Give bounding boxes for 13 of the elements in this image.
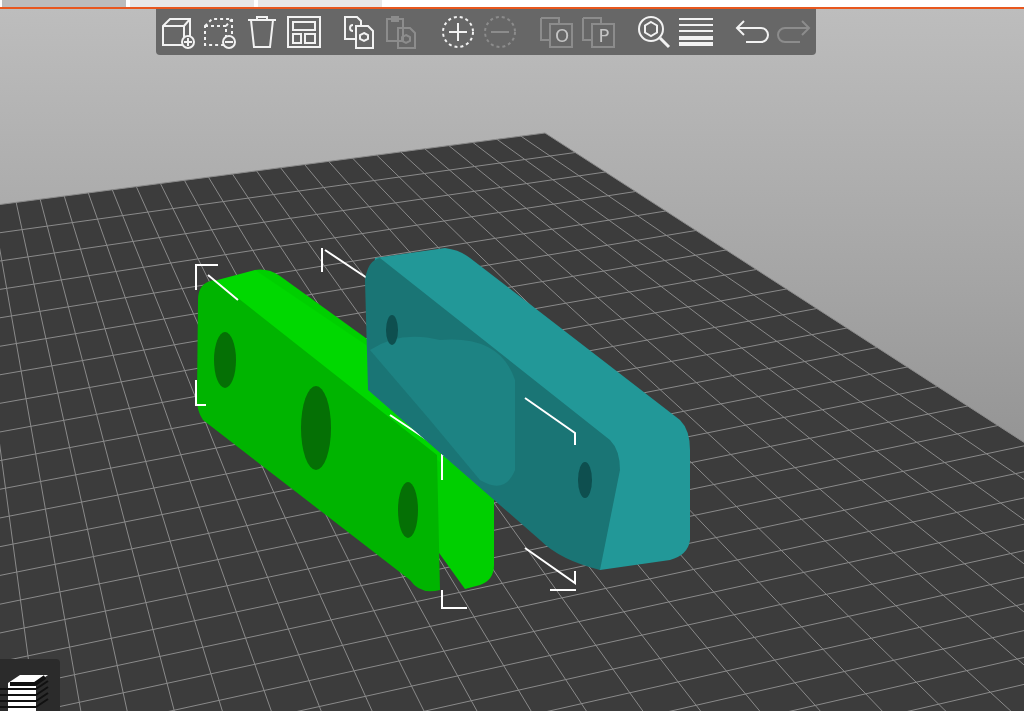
dashed-circle-minus-icon xyxy=(482,14,518,50)
toolbar-button[interactable] xyxy=(636,13,672,51)
stacked-squares-icon xyxy=(539,16,573,48)
toolbar-button[interactable] xyxy=(286,13,322,51)
layout-grid-icon xyxy=(286,14,322,50)
dashed-circle-plus-icon xyxy=(440,14,476,50)
toolbar-button[interactable] xyxy=(440,13,476,51)
layers-view-button[interactable] xyxy=(0,659,60,711)
stacked-squares-icon xyxy=(581,16,615,48)
trash-icon xyxy=(245,14,279,50)
search-icon xyxy=(636,14,672,50)
bracket-drawing[interactable] xyxy=(365,248,690,591)
horizontal-lines-icon xyxy=(678,16,714,48)
